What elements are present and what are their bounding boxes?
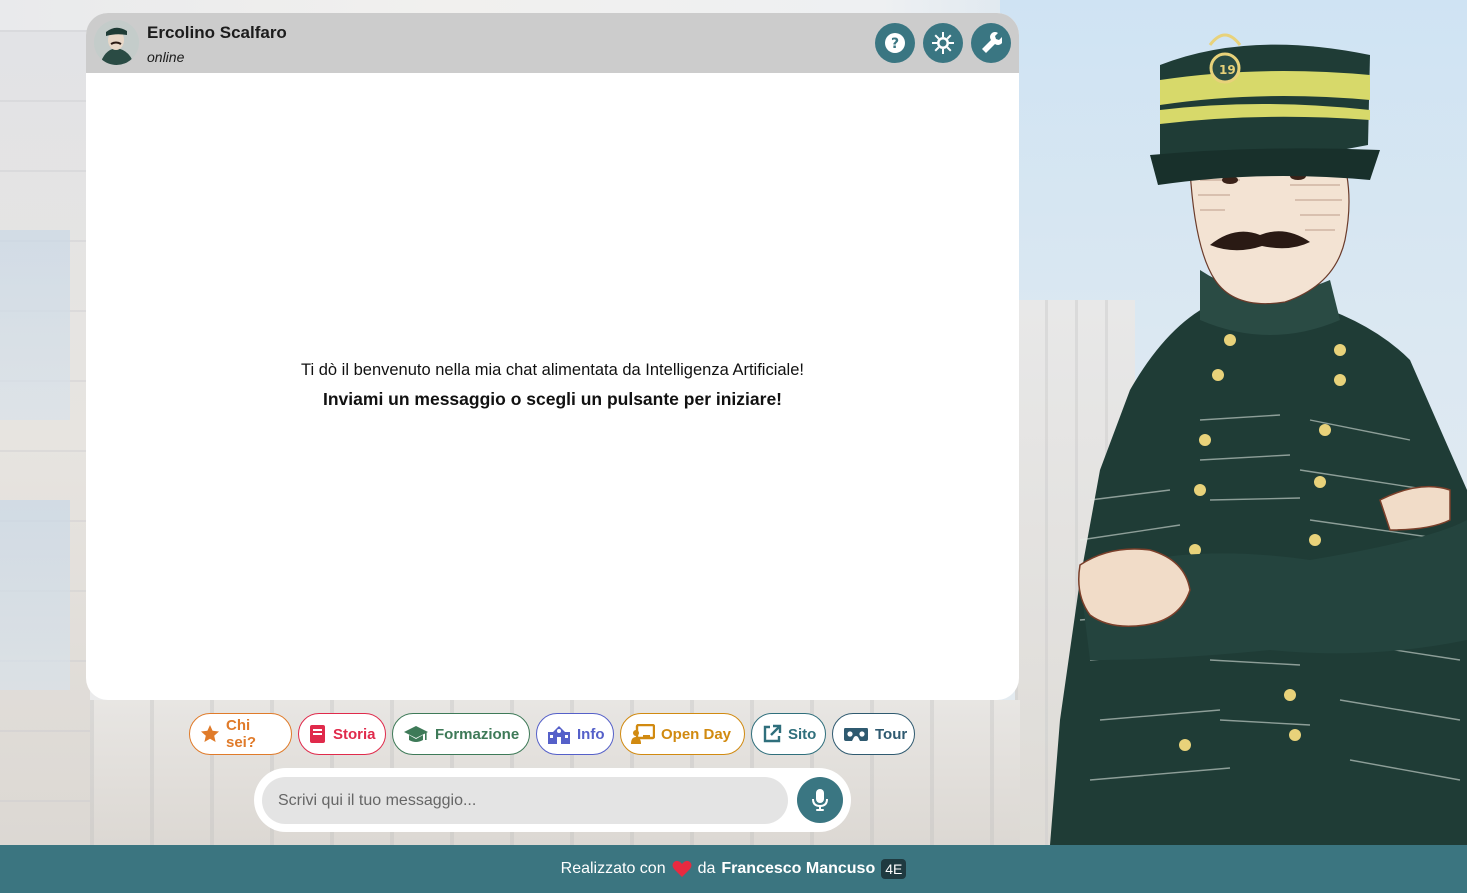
welcome-message: Ti dò il benvenuto nella mia chat alimen…	[86, 356, 1019, 414]
external-link-icon	[763, 724, 782, 743]
footer: Realizzato con da Francesco Mancuso 4E	[0, 845, 1467, 893]
quick-button-label: Chi sei?	[226, 717, 257, 751]
chat-header: Ercolino Scalfaro online ?	[86, 13, 1019, 73]
quick-button-label: Tour	[875, 725, 908, 743]
theme-button[interactable]	[923, 23, 963, 63]
footer-class-badge: 4E	[881, 859, 907, 879]
help-button[interactable]: ?	[875, 23, 915, 63]
contact-name: Ercolino Scalfaro	[147, 23, 287, 42]
book-icon	[310, 725, 325, 743]
background-window	[0, 500, 70, 690]
chat-window: Ercolino Scalfaro online ? Ti dò il benv…	[86, 13, 1019, 700]
quick-button-storia[interactable]: Storia	[298, 713, 386, 755]
quick-button-formazione[interactable]: Formazione	[392, 713, 530, 755]
vr-headset-icon	[844, 728, 868, 741]
graduation-cap-icon	[404, 726, 428, 742]
welcome-line-2: Inviami un messaggio o scegli un pulsant…	[323, 389, 782, 409]
heart-icon	[672, 860, 692, 877]
background-window	[0, 230, 70, 420]
quick-button-chi-sei[interactable]: Chi sei?	[189, 713, 292, 755]
officer-illustration: 19	[1050, 33, 1467, 845]
wrench-icon	[982, 32, 1002, 53]
school-icon	[548, 726, 570, 744]
quick-button-info[interactable]: Info	[536, 713, 614, 755]
quick-button-label: Storia	[333, 725, 376, 743]
star-icon	[201, 725, 219, 742]
footer-made-with: Realizzato con	[560, 860, 666, 877]
message-input[interactable]	[262, 777, 788, 824]
microphone-button[interactable]	[797, 777, 843, 823]
background-building-left	[0, 30, 90, 845]
quick-button-sito[interactable]: Sito	[751, 713, 826, 755]
quick-button-tour[interactable]: Tour	[832, 713, 915, 755]
footer-author[interactable]: Francesco Mancuso	[721, 860, 875, 878]
quick-button-label: Info	[577, 725, 605, 743]
microphone-icon	[812, 789, 828, 811]
quick-button-label: Open Day	[661, 725, 732, 743]
gear-icon	[932, 32, 954, 54]
presentation-icon	[631, 724, 655, 744]
welcome-line-1: Ti dò il benvenuto nella mia chat alimen…	[301, 361, 804, 379]
avatar	[94, 20, 139, 65]
quick-button-open-day[interactable]: Open Day	[620, 713, 745, 755]
svg-text:19: 19	[1219, 63, 1236, 77]
quick-button-label: Sito	[788, 725, 817, 743]
svg-text:?: ?	[891, 36, 899, 52]
contact-status: online	[147, 49, 185, 65]
message-input-bar	[254, 768, 851, 832]
avatar-portrait-icon	[94, 20, 139, 65]
question-icon: ?	[885, 33, 905, 53]
footer-by: da	[697, 860, 716, 877]
settings-button[interactable]	[971, 23, 1011, 63]
quick-button-label: Formazione	[435, 725, 520, 743]
